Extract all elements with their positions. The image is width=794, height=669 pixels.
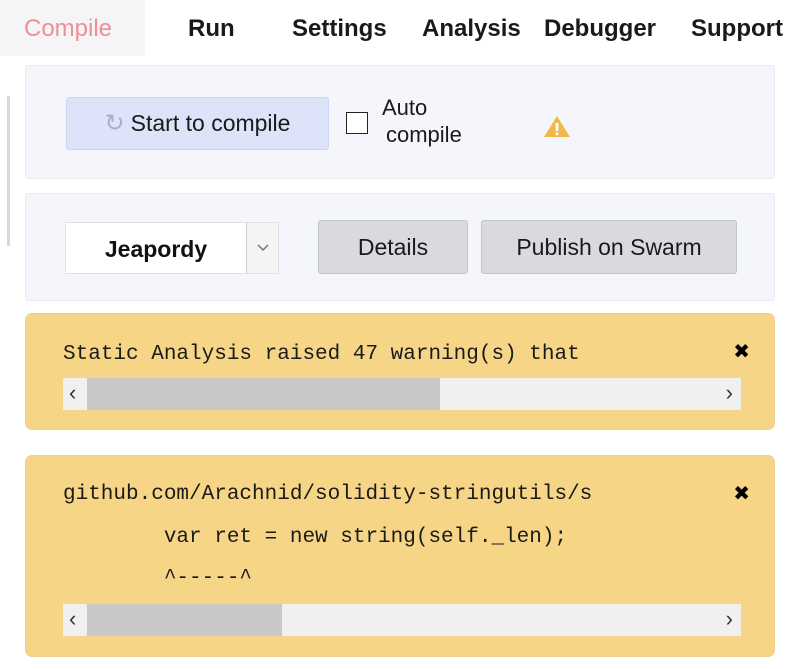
tab-support[interactable]: Support <box>691 0 783 56</box>
start-compile-button[interactable]: ↻ Start to compile <box>66 97 329 150</box>
scroll-left-icon[interactable]: ‹ <box>69 606 76 632</box>
main-tabs: Compile Run Settings Analysis Debugger S… <box>0 0 794 56</box>
alert-message-line3: ^-----^ <box>63 567 253 590</box>
publish-swarm-button[interactable]: Publish on Swarm <box>481 220 737 274</box>
scrollbar-thumb[interactable] <box>87 604 282 636</box>
tab-analysis[interactable]: Analysis <box>422 0 521 56</box>
chevron-down-icon[interactable] <box>246 223 278 273</box>
tab-compile[interactable]: Compile <box>0 0 145 56</box>
scroll-right-icon[interactable]: › <box>726 606 733 632</box>
start-compile-label: Start to compile <box>130 110 291 136</box>
contract-panel: Jeapordy Details Publish on Swarm <box>25 193 775 301</box>
auto-compile-label-line2: compile <box>386 122 462 147</box>
contract-select-value: Jeapordy <box>104 236 208 262</box>
close-icon[interactable]: ✖ <box>733 481 750 506</box>
close-icon[interactable]: ✖ <box>733 339 750 364</box>
alert-message: Static Analysis raised 47 warning(s) tha… <box>63 343 580 366</box>
alert-scrollbar[interactable]: ‹ › <box>63 604 741 636</box>
tab-settings[interactable]: Settings <box>292 0 387 56</box>
left-border <box>7 96 10 246</box>
details-button[interactable]: Details <box>318 220 468 274</box>
compile-panel: ↻ Start to compile Auto compile <box>25 65 775 179</box>
alert-scrollbar[interactable]: ‹ › <box>63 378 741 410</box>
scroll-right-icon[interactable]: › <box>726 380 733 406</box>
compile-warning-alert: github.com/Arachnid/solidity-stringutils… <box>25 455 775 657</box>
refresh-icon: ↻ <box>104 110 125 137</box>
tab-run[interactable]: Run <box>188 0 235 56</box>
auto-compile-checkbox[interactable] <box>346 112 368 134</box>
alert-message-line1: github.com/Arachnid/solidity-stringutils… <box>63 483 593 506</box>
warning-icon[interactable] <box>543 114 571 138</box>
contract-select[interactable]: Jeapordy <box>65 222 279 274</box>
auto-compile-label-line1: Auto <box>382 95 428 120</box>
auto-compile-label: Auto compile <box>382 94 462 148</box>
scrollbar-thumb[interactable] <box>87 378 440 410</box>
tab-debugger[interactable]: Debugger <box>544 0 656 56</box>
alert-message-line2: var ret = new string(self._len); <box>63 526 568 549</box>
static-analysis-alert: Static Analysis raised 47 warning(s) tha… <box>25 313 775 430</box>
scroll-left-icon[interactable]: ‹ <box>69 380 76 406</box>
